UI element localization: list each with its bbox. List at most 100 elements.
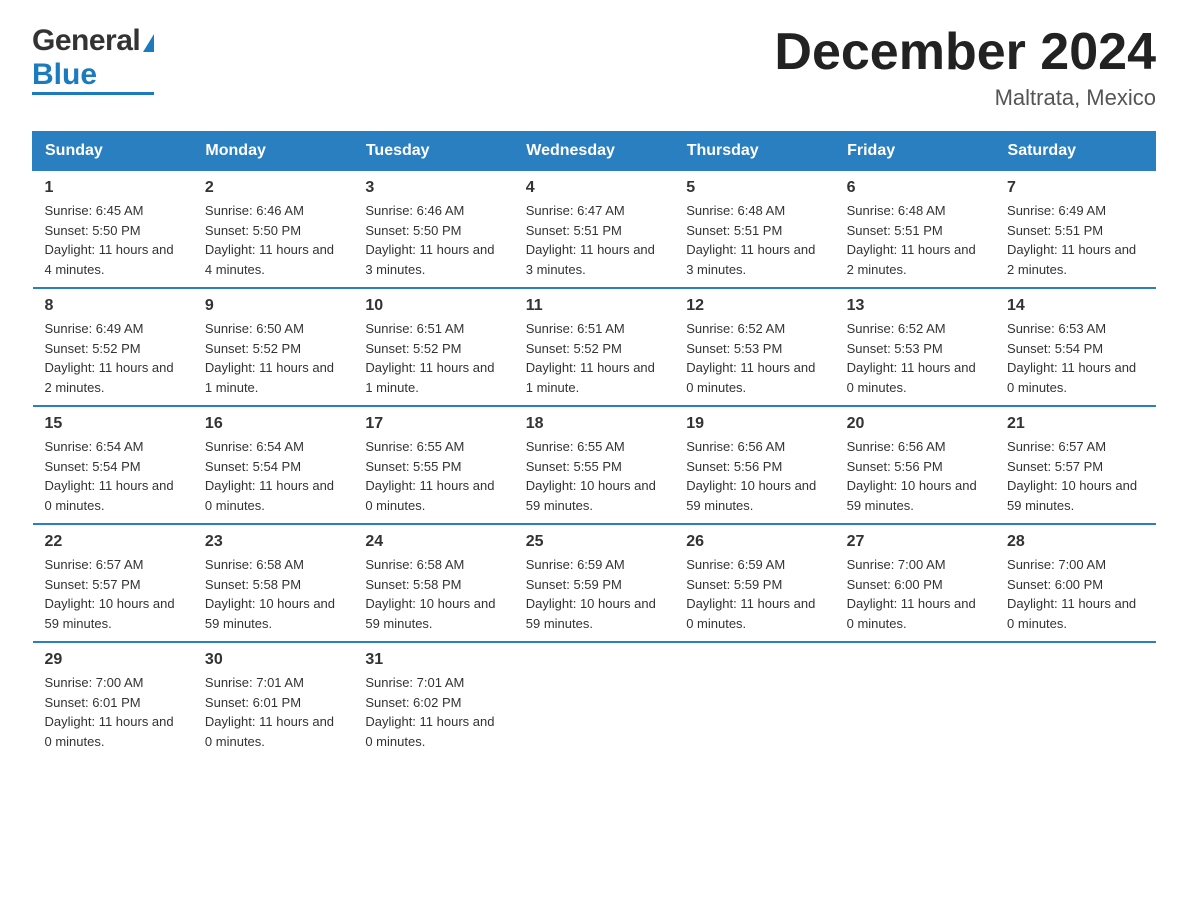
day-info: Sunrise: 7:00 AMSunset: 6:00 PMDaylight:…	[1007, 557, 1136, 631]
day-number: 7	[1007, 179, 1143, 197]
day-number: 22	[45, 533, 181, 551]
day-number: 28	[1007, 533, 1143, 551]
day-cell: 6 Sunrise: 6:48 AMSunset: 5:51 PMDayligh…	[835, 171, 995, 289]
day-info: Sunrise: 6:49 AMSunset: 5:51 PMDaylight:…	[1007, 203, 1136, 277]
day-cell	[674, 642, 834, 759]
day-cell: 8 Sunrise: 6:49 AMSunset: 5:52 PMDayligh…	[33, 288, 193, 406]
day-number: 16	[205, 415, 341, 433]
header-saturday: Saturday	[995, 132, 1155, 171]
day-cell: 18 Sunrise: 6:55 AMSunset: 5:55 PMDaylig…	[514, 406, 674, 524]
day-info: Sunrise: 6:54 AMSunset: 5:54 PMDaylight:…	[45, 439, 174, 513]
day-cell: 16 Sunrise: 6:54 AMSunset: 5:54 PMDaylig…	[193, 406, 353, 524]
day-info: Sunrise: 6:47 AMSunset: 5:51 PMDaylight:…	[526, 203, 655, 277]
day-number: 26	[686, 533, 822, 551]
day-number: 23	[205, 533, 341, 551]
week-row-5: 29 Sunrise: 7:00 AMSunset: 6:01 PMDaylig…	[33, 642, 1156, 759]
header-wednesday: Wednesday	[514, 132, 674, 171]
day-number: 8	[45, 297, 181, 315]
day-info: Sunrise: 6:55 AMSunset: 5:55 PMDaylight:…	[526, 439, 656, 513]
day-cell: 24 Sunrise: 6:58 AMSunset: 5:58 PMDaylig…	[353, 524, 513, 642]
day-cell	[514, 642, 674, 759]
day-number: 2	[205, 179, 341, 197]
day-number: 6	[847, 179, 983, 197]
header-sunday: Sunday	[33, 132, 193, 171]
day-cell: 27 Sunrise: 7:00 AMSunset: 6:00 PMDaylig…	[835, 524, 995, 642]
day-cell: 23 Sunrise: 6:58 AMSunset: 5:58 PMDaylig…	[193, 524, 353, 642]
week-row-1: 1 Sunrise: 6:45 AMSunset: 5:50 PMDayligh…	[33, 171, 1156, 289]
header-thursday: Thursday	[674, 132, 834, 171]
page-header: General Blue December 2024 Maltrata, Mex…	[32, 24, 1156, 111]
day-number: 9	[205, 297, 341, 315]
day-number: 12	[686, 297, 822, 315]
day-cell: 13 Sunrise: 6:52 AMSunset: 5:53 PMDaylig…	[835, 288, 995, 406]
day-number: 5	[686, 179, 822, 197]
day-cell: 4 Sunrise: 6:47 AMSunset: 5:51 PMDayligh…	[514, 171, 674, 289]
day-info: Sunrise: 6:46 AMSunset: 5:50 PMDaylight:…	[205, 203, 334, 277]
day-cell: 2 Sunrise: 6:46 AMSunset: 5:50 PMDayligh…	[193, 171, 353, 289]
day-cell: 12 Sunrise: 6:52 AMSunset: 5:53 PMDaylig…	[674, 288, 834, 406]
day-info: Sunrise: 6:51 AMSunset: 5:52 PMDaylight:…	[526, 321, 655, 395]
day-info: Sunrise: 6:56 AMSunset: 5:56 PMDaylight:…	[847, 439, 977, 513]
week-row-4: 22 Sunrise: 6:57 AMSunset: 5:57 PMDaylig…	[33, 524, 1156, 642]
day-info: Sunrise: 6:48 AMSunset: 5:51 PMDaylight:…	[686, 203, 815, 277]
day-number: 15	[45, 415, 181, 433]
day-info: Sunrise: 7:00 AMSunset: 6:01 PMDaylight:…	[45, 675, 174, 749]
day-cell: 10 Sunrise: 6:51 AMSunset: 5:52 PMDaylig…	[353, 288, 513, 406]
day-info: Sunrise: 6:52 AMSunset: 5:53 PMDaylight:…	[686, 321, 815, 395]
location-title: Maltrata, Mexico	[774, 85, 1156, 111]
day-info: Sunrise: 6:46 AMSunset: 5:50 PMDaylight:…	[365, 203, 494, 277]
month-title: December 2024	[774, 24, 1156, 81]
logo-underline	[32, 92, 154, 95]
day-number: 11	[526, 297, 662, 315]
day-cell: 21 Sunrise: 6:57 AMSunset: 5:57 PMDaylig…	[995, 406, 1155, 524]
day-info: Sunrise: 6:57 AMSunset: 5:57 PMDaylight:…	[1007, 439, 1137, 513]
day-number: 1	[45, 179, 181, 197]
day-info: Sunrise: 6:54 AMSunset: 5:54 PMDaylight:…	[205, 439, 334, 513]
week-row-3: 15 Sunrise: 6:54 AMSunset: 5:54 PMDaylig…	[33, 406, 1156, 524]
day-cell: 7 Sunrise: 6:49 AMSunset: 5:51 PMDayligh…	[995, 171, 1155, 289]
header-monday: Monday	[193, 132, 353, 171]
day-cell: 26 Sunrise: 6:59 AMSunset: 5:59 PMDaylig…	[674, 524, 834, 642]
day-info: Sunrise: 6:51 AMSunset: 5:52 PMDaylight:…	[365, 321, 494, 395]
day-info: Sunrise: 6:48 AMSunset: 5:51 PMDaylight:…	[847, 203, 976, 277]
day-cell: 22 Sunrise: 6:57 AMSunset: 5:57 PMDaylig…	[33, 524, 193, 642]
day-cell: 3 Sunrise: 6:46 AMSunset: 5:50 PMDayligh…	[353, 171, 513, 289]
day-info: Sunrise: 6:52 AMSunset: 5:53 PMDaylight:…	[847, 321, 976, 395]
day-cell: 5 Sunrise: 6:48 AMSunset: 5:51 PMDayligh…	[674, 171, 834, 289]
day-number: 19	[686, 415, 822, 433]
logo-triangle-icon	[143, 34, 154, 52]
day-number: 24	[365, 533, 501, 551]
day-cell: 30 Sunrise: 7:01 AMSunset: 6:01 PMDaylig…	[193, 642, 353, 759]
day-number: 18	[526, 415, 662, 433]
day-cell: 20 Sunrise: 6:56 AMSunset: 5:56 PMDaylig…	[835, 406, 995, 524]
calendar-table: SundayMondayTuesdayWednesdayThursdayFrid…	[32, 131, 1156, 759]
day-number: 20	[847, 415, 983, 433]
day-cell: 14 Sunrise: 6:53 AMSunset: 5:54 PMDaylig…	[995, 288, 1155, 406]
day-cell: 19 Sunrise: 6:56 AMSunset: 5:56 PMDaylig…	[674, 406, 834, 524]
day-info: Sunrise: 6:58 AMSunset: 5:58 PMDaylight:…	[365, 557, 495, 631]
logo-general-text: General	[32, 24, 140, 58]
day-info: Sunrise: 7:01 AMSunset: 6:02 PMDaylight:…	[365, 675, 494, 749]
day-cell: 1 Sunrise: 6:45 AMSunset: 5:50 PMDayligh…	[33, 171, 193, 289]
calendar-body: 1 Sunrise: 6:45 AMSunset: 5:50 PMDayligh…	[33, 171, 1156, 760]
calendar-header: SundayMondayTuesdayWednesdayThursdayFrid…	[33, 132, 1156, 171]
week-row-2: 8 Sunrise: 6:49 AMSunset: 5:52 PMDayligh…	[33, 288, 1156, 406]
day-cell: 15 Sunrise: 6:54 AMSunset: 5:54 PMDaylig…	[33, 406, 193, 524]
day-info: Sunrise: 6:58 AMSunset: 5:58 PMDaylight:…	[205, 557, 335, 631]
day-number: 30	[205, 651, 341, 669]
day-cell: 11 Sunrise: 6:51 AMSunset: 5:52 PMDaylig…	[514, 288, 674, 406]
header-tuesday: Tuesday	[353, 132, 513, 171]
day-cell: 17 Sunrise: 6:55 AMSunset: 5:55 PMDaylig…	[353, 406, 513, 524]
day-number: 25	[526, 533, 662, 551]
day-info: Sunrise: 6:57 AMSunset: 5:57 PMDaylight:…	[45, 557, 175, 631]
title-area: December 2024 Maltrata, Mexico	[774, 24, 1156, 111]
day-cell: 29 Sunrise: 7:00 AMSunset: 6:01 PMDaylig…	[33, 642, 193, 759]
days-of-week-row: SundayMondayTuesdayWednesdayThursdayFrid…	[33, 132, 1156, 171]
day-number: 27	[847, 533, 983, 551]
day-cell	[995, 642, 1155, 759]
day-number: 13	[847, 297, 983, 315]
day-number: 3	[365, 179, 501, 197]
day-number: 14	[1007, 297, 1143, 315]
header-friday: Friday	[835, 132, 995, 171]
day-info: Sunrise: 7:01 AMSunset: 6:01 PMDaylight:…	[205, 675, 334, 749]
